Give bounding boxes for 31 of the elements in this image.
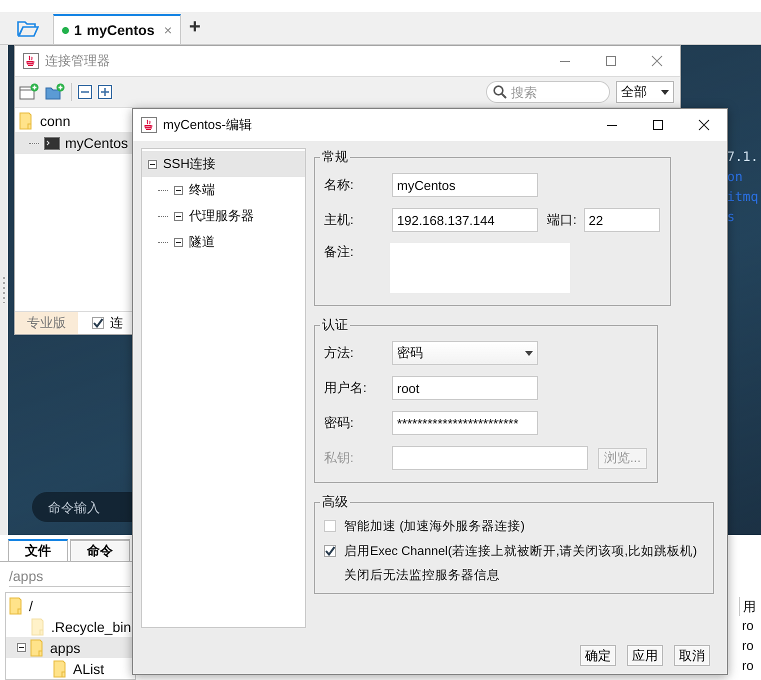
group-title: 高级 <box>321 493 349 511</box>
terminal-line: 7.1. <box>727 149 758 166</box>
table-cell-text: ro <box>741 637 755 655</box>
tab-number: 1 <box>74 22 82 38</box>
folder-name: apps <box>50 640 80 656</box>
field-label: 用户名: <box>324 379 368 397</box>
field-label: 私钥: <box>324 449 355 467</box>
folder-name: AList <box>73 660 104 676</box>
window-title: myCentos-编辑 <box>163 116 252 134</box>
field-label: 端口: <box>547 211 577 229</box>
folder-name: .Recycle_bin <box>51 618 132 634</box>
table-cell-text: ro <box>741 657 755 675</box>
field-label: 密码: <box>324 414 355 432</box>
group-title: 常规 <box>321 148 349 166</box>
field-label: 备注: <box>324 243 355 261</box>
field-label: 名称: <box>324 176 355 194</box>
field-label: 主机: <box>324 211 355 229</box>
group-title: 认证 <box>321 316 349 334</box>
tab-label: myCentos <box>86 22 154 38</box>
window-title: 连接管理器 <box>45 52 110 70</box>
field-label: 方法: <box>324 344 355 362</box>
folder-name: / <box>29 598 33 614</box>
terminal-line: s <box>727 209 736 226</box>
checkbox-label: 连 <box>110 314 123 332</box>
terminal-line: itmq <box>727 189 758 206</box>
option-note: 关闭后无法监控服务器信息 <box>343 567 501 584</box>
table-cell-text: ro <box>741 617 755 635</box>
terminal-line: on <box>727 169 744 186</box>
checkbox-label: 启用Exec Channel(若连接上就被断开,请关闭该项,比如跳板机) <box>344 542 698 560</box>
checkbox-label: 智能加速 (加速海外服务器连接) <box>344 518 525 534</box>
edition-label: 专业版 <box>15 312 78 334</box>
